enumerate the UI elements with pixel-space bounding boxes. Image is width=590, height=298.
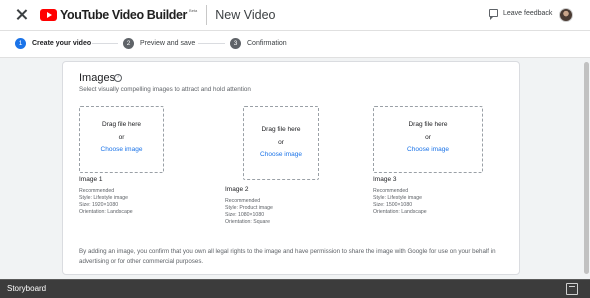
drag-file-text: Drag file here — [261, 126, 301, 133]
step-number: 1 — [15, 38, 26, 49]
storyboard-bar: Storyboard — [0, 279, 590, 298]
image-size: Size: 1080×1080 — [225, 212, 265, 218]
close-icon[interactable] — [16, 9, 28, 21]
legal-notice: By adding an image, you confirm that you… — [79, 248, 496, 265]
feedback-label: Leave feedback — [503, 9, 553, 17]
choose-image-link[interactable]: Choose image — [374, 146, 482, 153]
recommended-label: Recommended — [373, 188, 409, 194]
choose-image-link[interactable]: Choose image — [80, 146, 163, 153]
image-title: Image 1 — [79, 176, 103, 183]
beta-badge: Beta — [189, 8, 198, 13]
leave-feedback-button[interactable]: Leave feedback — [489, 9, 553, 20]
step-confirmation[interactable]: 3 Confirmation — [230, 38, 287, 49]
recommended-label: Recommended — [225, 198, 261, 204]
brand-name: YouTube Video Builder — [60, 8, 188, 22]
top-bar: YouTube Video Builder Beta New Video Lea… — [0, 0, 590, 31]
image-title: Image 3 — [373, 176, 397, 183]
header-divider — [206, 5, 208, 25]
section-title: Images — [79, 72, 116, 84]
avatar[interactable] — [559, 8, 573, 22]
youtube-logo-icon — [40, 9, 57, 21]
step-connector — [198, 43, 225, 44]
step-number: 2 — [123, 38, 134, 49]
image-orientation: Orientation: Landscape — [79, 209, 133, 215]
image-2-dropzone[interactable]: Drag file here or Choose image — [243, 106, 319, 180]
drag-file-text: Drag file here — [408, 121, 448, 128]
image-orientation: Orientation: Landscape — [373, 209, 427, 215]
page-title: New Video — [215, 8, 276, 22]
section-subtitle: Select visually compelling images to att… — [79, 86, 251, 93]
drag-file-text: Drag file here — [101, 121, 142, 128]
step-create-video[interactable]: 1 Create your video — [15, 38, 91, 49]
storyboard-label: Storyboard — [7, 284, 47, 293]
image-title: Image 2 — [225, 186, 249, 193]
step-connector — [92, 43, 118, 44]
expand-storyboard-icon[interactable] — [566, 283, 578, 295]
or-text: or — [425, 134, 431, 141]
image-style: Style: Product image — [225, 205, 273, 211]
help-icon[interactable]: ? — [114, 74, 122, 82]
feedback-icon — [489, 9, 498, 20]
or-text: or — [118, 134, 125, 141]
step-label: Preview and save — [140, 40, 196, 47]
image-3-dropzone[interactable]: Drag file here or Choose image — [373, 106, 483, 173]
image-size: Size: 1500×1080 — [373, 202, 413, 208]
image-style: Style: Lifestyle image — [373, 195, 423, 201]
step-label: Create your video — [32, 40, 92, 47]
or-text: or — [278, 139, 284, 146]
image-1-dropzone[interactable]: Drag file here or Choose image — [79, 106, 164, 173]
choose-image-link[interactable]: Choose image — [244, 151, 318, 158]
image-orientation: Orientation: Square — [225, 219, 270, 225]
step-number: 3 — [230, 38, 241, 49]
progress-stepper: 1 Create your video 2 Preview and save 3… — [0, 31, 590, 58]
step-preview-save[interactable]: 2 Preview and save — [123, 38, 195, 49]
step-label: Confirmation — [247, 40, 287, 47]
image-style: Style: Lifestyle image — [79, 195, 129, 201]
image-1-info: Image 1 Recommended Style: Lifestyle ima… — [79, 176, 133, 216]
image-2-info: Image 2 Recommended Style: Product image… — [225, 186, 273, 226]
scrollbar-thumb[interactable] — [584, 62, 589, 274]
image-3-info: Image 3 Recommended Style: Lifestyle ima… — [373, 176, 427, 216]
image-size: Size: 1920×1080 — [79, 202, 119, 208]
images-card: Images ? Select visually compelling imag… — [62, 61, 520, 275]
recommended-label: Recommended — [79, 188, 115, 194]
